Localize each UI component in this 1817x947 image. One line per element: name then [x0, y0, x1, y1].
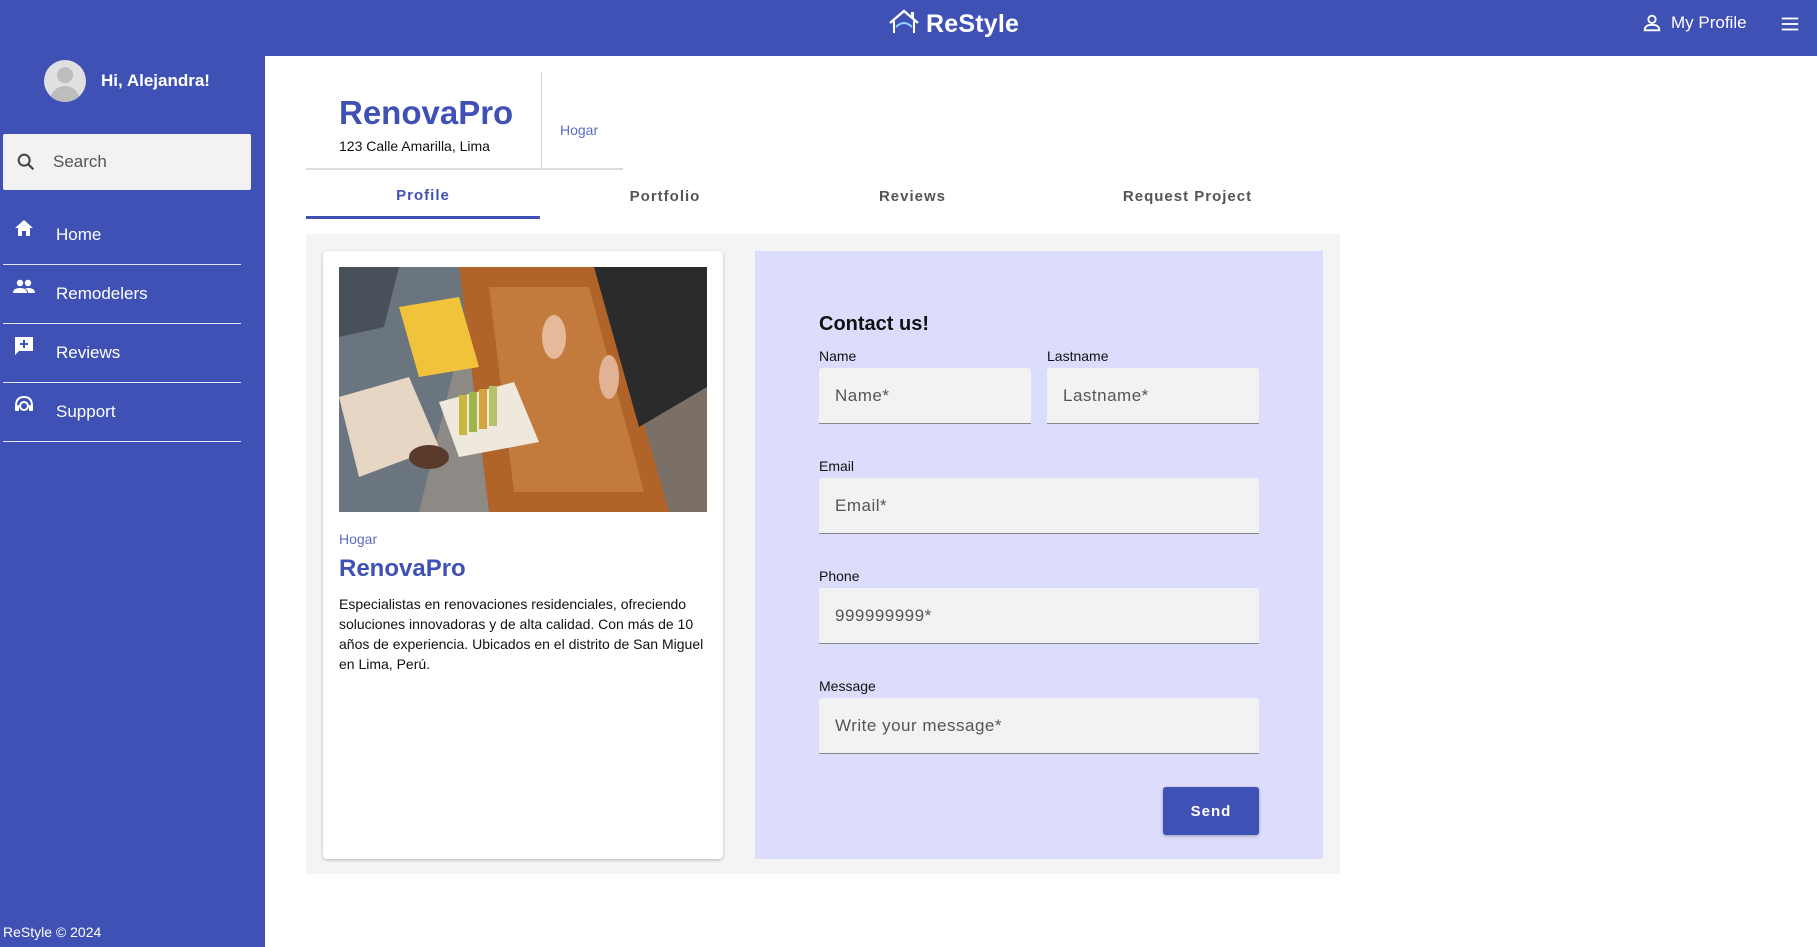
hamburger-menu-icon[interactable] — [1779, 13, 1801, 35]
sidebar-item-label: Support — [56, 402, 116, 421]
business-header: RenovaPro 123 Calle Amarilla, Lima — [306, 72, 542, 170]
brand-name: ReStyle — [926, 9, 1020, 38]
tab-profile[interactable]: Profile — [306, 174, 540, 219]
tab-portfolio[interactable]: Portfolio — [540, 174, 790, 219]
business-address: 123 Calle Amarilla, Lima — [339, 138, 490, 154]
my-profile-label: My Profile — [1671, 13, 1747, 32]
greeting-text: Hi, Alejandra! — [101, 71, 210, 90]
message-input[interactable] — [819, 698, 1259, 753]
sidebar-nav: Home Remodelers Reviews Support — [3, 206, 241, 442]
house-logo-icon — [886, 6, 922, 42]
message-label: Message — [819, 678, 876, 694]
business-category[interactable]: Hogar — [560, 122, 598, 138]
business-card: Hogar RenovaPro Especialistas en renovac… — [323, 251, 723, 859]
name-field[interactable] — [819, 368, 1031, 424]
tab-bar: Profile Portfolio Reviews Request Projec… — [306, 174, 1340, 219]
sidebar-item-label: Reviews — [56, 343, 121, 362]
name-input[interactable] — [819, 368, 1031, 423]
top-bar: ReStyle My Profile — [0, 0, 1817, 56]
my-profile-button[interactable]: My Profile — [1641, 12, 1747, 34]
card-title: RenovaPro — [339, 555, 466, 582]
header-divider — [306, 168, 623, 170]
lastname-label: Lastname — [1047, 348, 1109, 364]
phone-field[interactable] — [819, 588, 1259, 644]
sidebar-item-label: Home — [56, 225, 102, 244]
sidebar: Hi, Alejandra! Home Remodelers — [0, 56, 265, 947]
name-label: Name — [819, 348, 857, 364]
tab-reviews[interactable]: Reviews — [790, 174, 1035, 219]
sidebar-item-home[interactable]: Home — [3, 206, 241, 265]
footer-copyright: ReStyle © 2024 — [3, 924, 102, 940]
phone-input[interactable] — [819, 588, 1259, 643]
card-category[interactable]: Hogar — [339, 531, 377, 547]
send-button[interactable]: Send — [1163, 787, 1259, 835]
message-field[interactable] — [819, 698, 1259, 754]
home-icon — [15, 220, 33, 236]
tab-request-project[interactable]: Request Project — [1035, 174, 1340, 219]
rate-review-icon — [15, 337, 33, 355]
card-description: Especialistas en renovaciones residencia… — [339, 596, 704, 672]
avatar[interactable] — [44, 60, 86, 102]
sidebar-item-label: Remodelers — [56, 284, 148, 303]
brand[interactable]: ReStyle — [886, 6, 1019, 42]
business-photo — [339, 267, 707, 512]
phone-label: Phone — [819, 568, 860, 584]
email-label: Email — [819, 458, 855, 474]
sidebar-item-support[interactable]: Support — [3, 383, 241, 442]
profile-panel: Hogar RenovaPro Especialistas en renovac… — [306, 234, 1340, 874]
contact-title: Contact us! — [819, 313, 929, 335]
person-icon — [1643, 14, 1661, 32]
sidebar-item-remodelers[interactable]: Remodelers — [3, 265, 241, 324]
lastname-input[interactable] — [1047, 368, 1259, 423]
sidebar-item-reviews[interactable]: Reviews — [3, 324, 241, 383]
search-icon — [17, 153, 35, 171]
contact-form: Contact us! Name Lastname Email Phone Me… — [755, 251, 1323, 859]
email-input[interactable] — [819, 478, 1259, 533]
lastname-field[interactable] — [1047, 368, 1259, 424]
user-greeting-row: Hi, Alejandra! — [44, 56, 210, 106]
email-field[interactable] — [819, 478, 1259, 534]
search-input[interactable] — [53, 152, 233, 172]
search-box[interactable] — [3, 134, 251, 190]
business-name: RenovaPro — [339, 94, 514, 131]
people-icon — [13, 279, 35, 293]
support-agent-icon — [15, 395, 33, 411]
